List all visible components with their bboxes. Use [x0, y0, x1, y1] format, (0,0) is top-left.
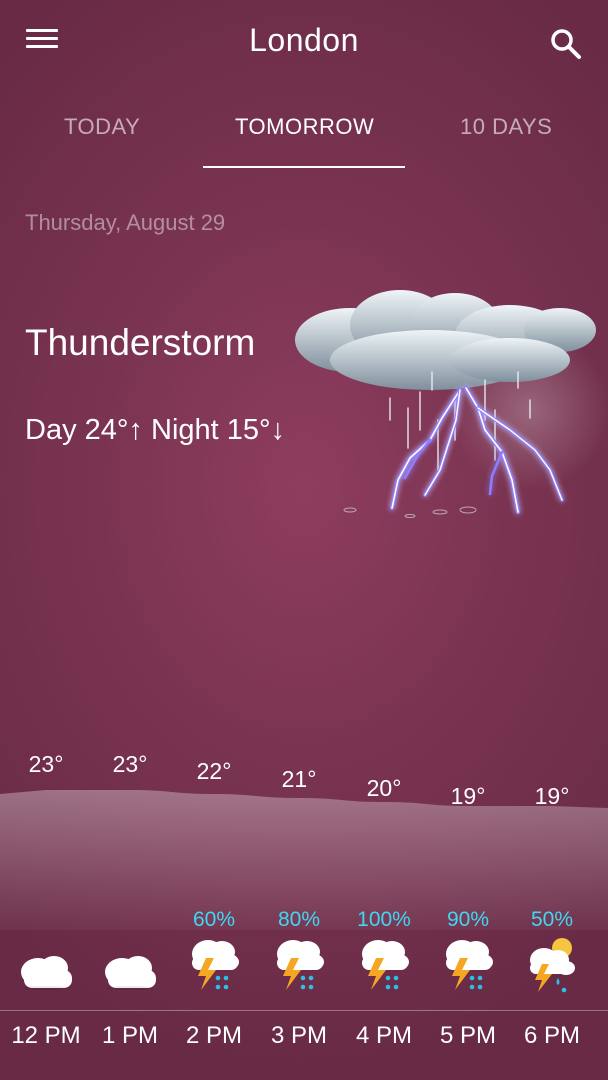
app-bar: London — [0, 0, 608, 84]
condition-text: Thunderstorm — [25, 322, 256, 363]
hourly-temp: 20° — [366, 775, 402, 801]
hourly-time: 4 PM — [355, 1022, 413, 1049]
hourly-time: 3 PM — [270, 1022, 328, 1049]
thunder-rain-icon — [269, 932, 329, 998]
hourly-time: 1 PM — [101, 1022, 159, 1049]
hourly-precip-probability: 50% — [530, 908, 574, 931]
tab-10-days[interactable]: 10 DAYS — [460, 114, 552, 140]
tab-today[interactable]: TODAY — [64, 114, 140, 140]
hourly-time: 5 PM — [439, 1022, 497, 1049]
hourly-precip-probability: 90% — [446, 908, 490, 931]
cloud-icon — [100, 932, 160, 998]
thunder-rain-icon — [184, 932, 244, 998]
forecast-date: Thursday, August 29 — [25, 210, 226, 235]
hourly-precip-probability: 80% — [277, 908, 321, 931]
active-tab-indicator — [203, 166, 405, 168]
hourly-temp: 19° — [534, 783, 570, 809]
thunderstorm-cloud-icon — [280, 280, 608, 540]
hourly-time: 2 PM — [185, 1022, 243, 1049]
hourly-temp: 23° — [28, 751, 64, 777]
thunder-rain-icon — [438, 932, 498, 998]
hourly-temp: 22° — [196, 758, 232, 784]
hourly-precip-probability: 60% — [192, 908, 236, 931]
hourly-time: 6 PM — [523, 1022, 581, 1049]
hourly-divider — [0, 1010, 608, 1011]
search-icon[interactable] — [546, 24, 586, 64]
thunder-rain-icon — [354, 932, 414, 998]
hourly-temp: 21° — [281, 766, 317, 792]
sun-thunder-rain-icon — [522, 932, 582, 998]
hourly-temp: 23° — [112, 751, 148, 777]
hourly-time: 12 PM — [11, 1022, 81, 1049]
cloud-icon — [16, 932, 76, 998]
hourly-temp: 19° — [450, 783, 486, 809]
city-title: London — [249, 22, 359, 58]
tab-bar: TODAY TOMORROW 10 DAYS — [0, 100, 608, 170]
day-night-temps: Day 24°↑ Night 15°↓ — [25, 414, 286, 446]
tab-tomorrow[interactable]: TOMORROW — [235, 114, 374, 140]
hourly-precip-probability: 100% — [357, 908, 411, 931]
